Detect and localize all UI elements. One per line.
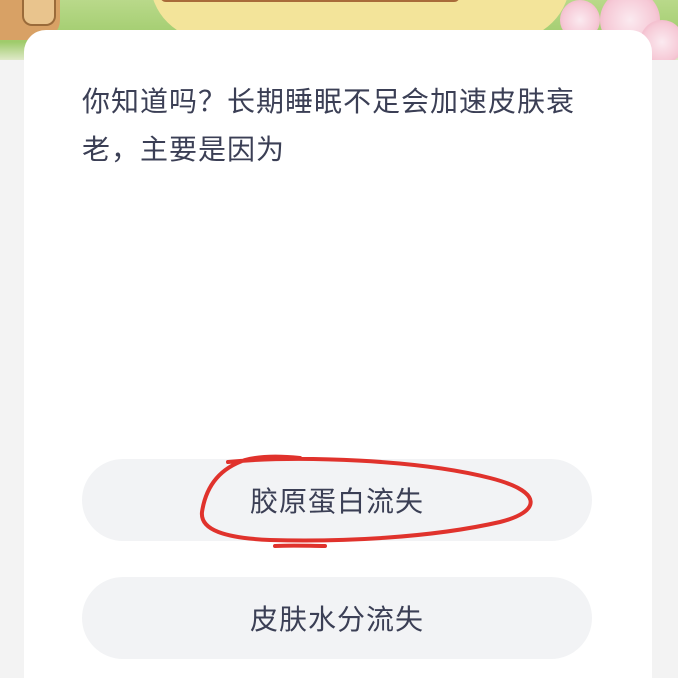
answer-option-label: 皮肤水分流失 bbox=[249, 603, 424, 636]
honey-jar-icon bbox=[22, 0, 56, 26]
answer-option-label: 胶原蛋白流失 bbox=[249, 485, 424, 518]
answer-option-2[interactable]: 皮肤水分流失 bbox=[82, 577, 592, 659]
banner-wood-sign bbox=[160, 0, 460, 2]
question-text: 你知道吗？长期睡眠不足会加速皮肤衰老，主要是因为 bbox=[82, 85, 576, 166]
answer-option-1[interactable]: 胶原蛋白流失 bbox=[82, 459, 592, 541]
quiz-page: 你知道吗？长期睡眠不足会加速皮肤衰老，主要是因为 胶原蛋白流失 皮肤水分流失 bbox=[0, 0, 678, 678]
